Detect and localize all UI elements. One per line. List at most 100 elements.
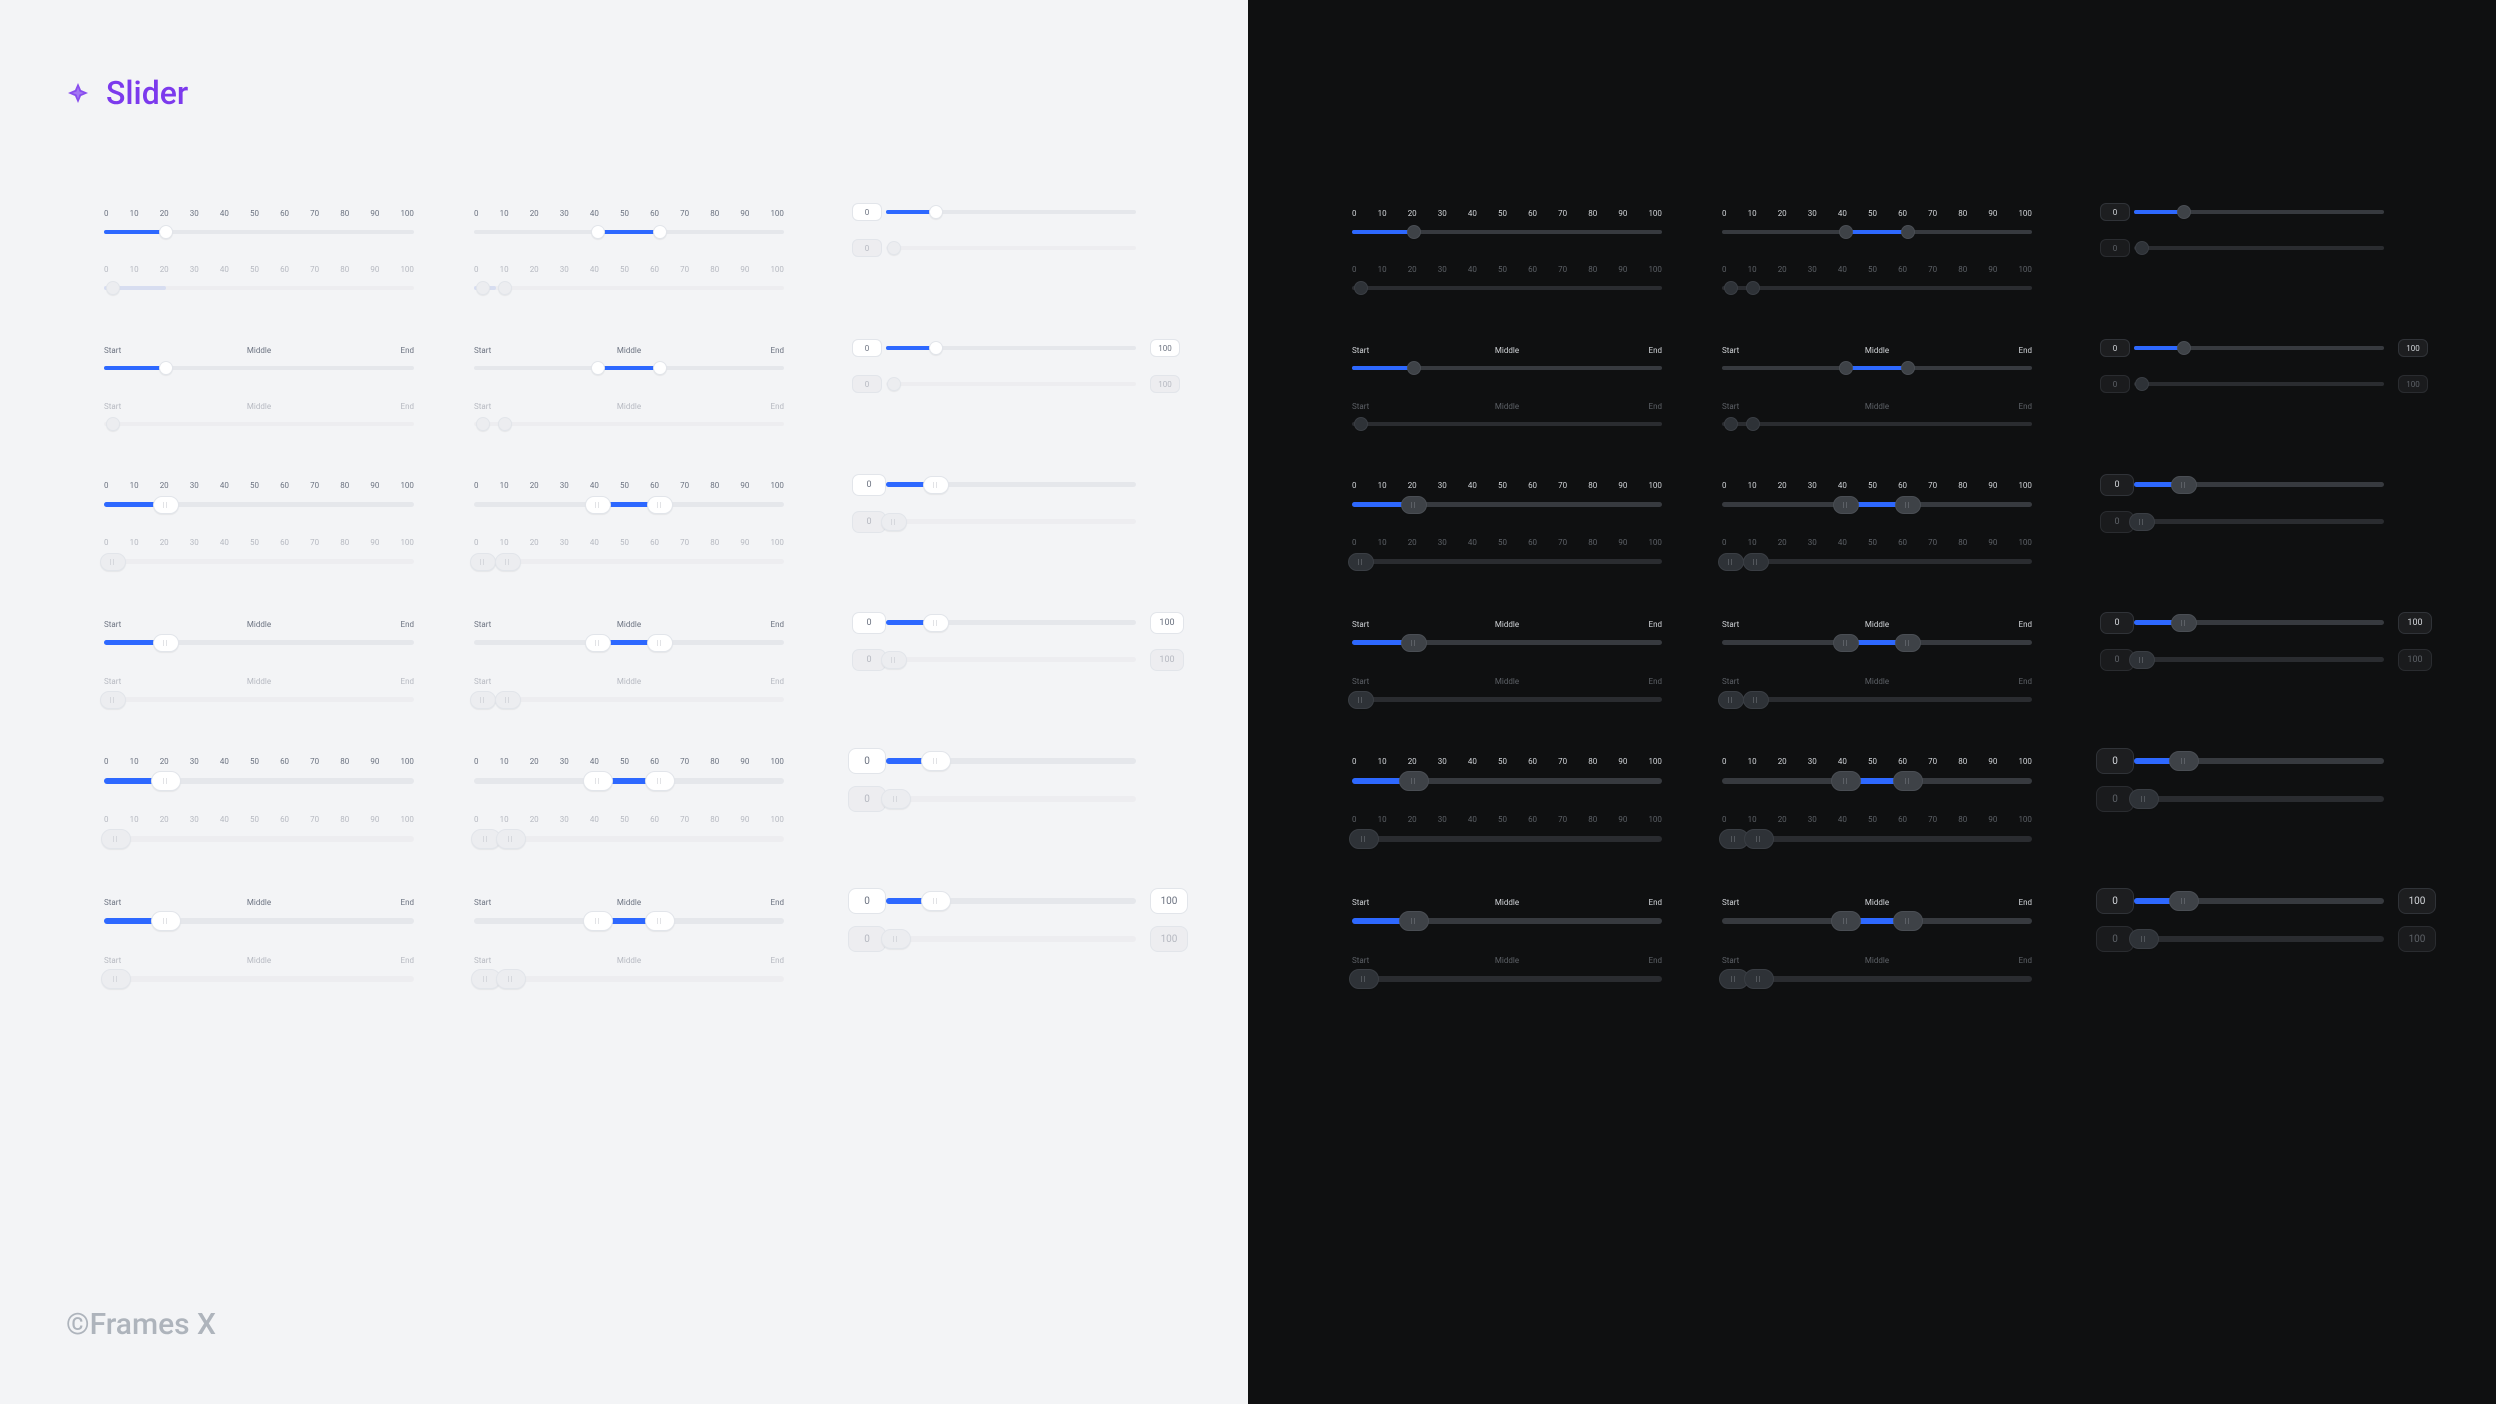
tick-label: 50: [1498, 758, 1507, 772]
tick-label: 80: [1588, 266, 1597, 280]
slider-instance[interactable]: StartMiddleEnd: [1352, 346, 1662, 370]
slider-instance-disabled: 0102030405060708090100: [1722, 816, 2032, 842]
tick-label: 80: [340, 758, 349, 772]
tick-label: 30: [560, 539, 569, 553]
slider-instance[interactable]: 0102030405060708090100: [474, 758, 784, 784]
slider-instance-disabled: 0102030405060708090100: [1722, 539, 2032, 564]
slider-instance-disabled: 0102030405060708090100: [1352, 266, 1662, 290]
tick-label: 20: [530, 266, 539, 280]
slider-instance[interactable]: 0100: [2134, 346, 2384, 350]
tick-label: 10: [1748, 482, 1757, 496]
tick-label: 30: [190, 482, 199, 496]
slider-instance[interactable]: 0: [2134, 482, 2384, 487]
slider-instance[interactable]: StartMiddleEnd: [1722, 620, 2032, 645]
slider-instance[interactable]: 0102030405060708090100: [104, 482, 414, 507]
slider-instance[interactable]: 0102030405060708090100: [1352, 210, 1662, 234]
tick-label: 30: [560, 210, 569, 224]
tick-label: 30: [1438, 210, 1447, 224]
slider-sm-labels-range: StartMiddleEnd StartMiddleEnd: [474, 346, 784, 426]
slider-instance-disabled: StartMiddleEnd: [104, 677, 414, 702]
tick-label: 90: [1988, 816, 1997, 830]
tick-label: 70: [1558, 482, 1567, 496]
slider-grid-light: 0102030405060708090100 01020304050607080…: [104, 210, 1158, 982]
tick-label: 90: [740, 816, 749, 830]
slider-instance[interactable]: StartMiddleEnd: [104, 620, 414, 645]
tick-label: 0: [104, 816, 109, 830]
slider-instance[interactable]: StartMiddleEnd: [474, 898, 784, 924]
tick-label: 0: [1352, 210, 1357, 224]
slider-instance[interactable]: 0102030405060708090100: [474, 210, 784, 234]
tick-label: 20: [1408, 210, 1417, 224]
slider-instance[interactable]: 0102030405060708090100: [1352, 758, 1662, 784]
tick-label: 0: [104, 210, 109, 224]
tick-label: 0: [104, 539, 109, 553]
slider-instance[interactable]: 0102030405060708090100: [104, 758, 414, 784]
slider-instance[interactable]: 0102030405060708090100: [1722, 758, 2032, 784]
tick-label: 70: [1928, 816, 1937, 830]
tick-label: 100: [400, 482, 414, 496]
tick-label: 30: [1808, 539, 1817, 553]
slider-instance[interactable]: StartMiddleEnd: [1722, 898, 2032, 924]
slider-instance-disabled: StartMiddleEnd: [1352, 956, 1662, 982]
tick-label: 70: [1928, 482, 1937, 496]
tick-label: 90: [370, 539, 379, 553]
slider-instance[interactable]: 0100: [2134, 898, 2384, 904]
slider-instance[interactable]: 0 100: [886, 346, 1136, 350]
slider-instance[interactable]: 0102030405060708090100: [1352, 482, 1662, 507]
slider-instance[interactable]: 0102030405060708090100: [1722, 210, 2032, 234]
slider-instance[interactable]: 0 100: [886, 620, 1136, 625]
tick-label: 40: [220, 266, 229, 280]
tick-label: 50: [250, 758, 259, 772]
slider-instance[interactable]: StartMiddleEnd: [1352, 898, 1662, 924]
slider-md-labels-range: StartMiddleEnd StartMiddleEnd: [474, 620, 784, 702]
tick-label: 10: [500, 758, 509, 772]
tick-label: 70: [1928, 758, 1937, 772]
slider-instance[interactable]: 0: [886, 482, 1136, 487]
tick-label: 90: [370, 266, 379, 280]
slider-instance[interactable]: 0102030405060708090100: [474, 482, 784, 507]
tick-label: 60: [280, 266, 289, 280]
slider-instance[interactable]: 0: [2134, 758, 2384, 764]
tick-label: 20: [160, 210, 169, 224]
tick-label: 0: [1352, 816, 1357, 830]
tick-label: 60: [1898, 482, 1907, 496]
tick-label: 0: [1722, 482, 1727, 496]
slider-instance[interactable]: 0: [886, 758, 1136, 764]
tick-label: 80: [1958, 266, 1967, 280]
tick-label: 0: [474, 210, 479, 224]
tick-label: 100: [1648, 816, 1662, 830]
slider-instance[interactable]: 0102030405060708090100: [1722, 482, 2032, 507]
slider-instance-disabled: 0: [886, 796, 1136, 802]
tick-label: 90: [1988, 210, 1997, 224]
slider-sm-badge-both: 0 100 0 100: [844, 346, 1164, 426]
slider-instance[interactable]: StartMiddleEnd: [104, 898, 414, 924]
value-badge: 0: [852, 203, 882, 221]
slider-instance[interactable]: 0: [2134, 210, 2384, 214]
tick-label: 40: [1468, 758, 1477, 772]
slider-instance[interactable]: 0 100: [886, 898, 1136, 904]
slider-instance[interactable]: Start Middle End: [104, 346, 414, 370]
tick-label: 20: [1778, 210, 1787, 224]
slider-instance[interactable]: 0100: [2134, 620, 2384, 625]
tick-label: 70: [310, 816, 319, 830]
slider-instance[interactable]: StartMiddleEnd: [1722, 346, 2032, 370]
tick-label: 0: [104, 482, 109, 496]
tick-label: 20: [1778, 758, 1787, 772]
slider-instance[interactable]: StartMiddleEnd: [1352, 620, 1662, 645]
tick-label: 70: [680, 539, 689, 553]
tick-label: 20: [160, 758, 169, 772]
slider-instance-disabled: StartMiddleEnd: [1722, 956, 2032, 982]
slider-instance[interactable]: StartMiddleEnd: [474, 620, 784, 645]
tick-label: 100: [770, 816, 784, 830]
tick-label: 80: [1958, 482, 1967, 496]
tick-label: 40: [1468, 210, 1477, 224]
tick-label: 40: [1838, 210, 1847, 224]
slider-instance[interactable]: 0: [886, 210, 1136, 214]
tick-label: 30: [1808, 210, 1817, 224]
tick-label: 50: [250, 482, 259, 496]
tick-label: 80: [340, 482, 349, 496]
slider-instance[interactable]: 0102030405060708090100: [104, 210, 414, 234]
slider-instance[interactable]: StartMiddleEnd: [474, 346, 784, 370]
tick-label: 40: [1838, 539, 1847, 553]
tick-label: 100: [2018, 482, 2032, 496]
